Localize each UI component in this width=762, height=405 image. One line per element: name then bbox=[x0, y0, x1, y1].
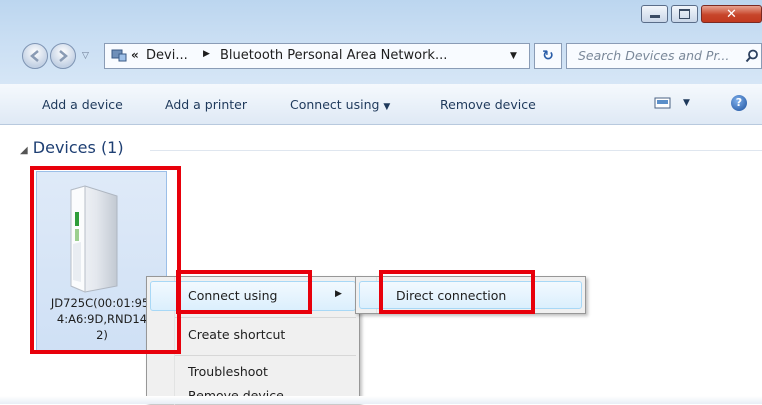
context-menu: Connect using ▶ Create shortcut Troubles… bbox=[146, 276, 360, 405]
search-placeholder: Search Devices and Pr... bbox=[578, 48, 730, 63]
minimize-button[interactable] bbox=[641, 5, 668, 23]
devices-group-title: Devices (1) bbox=[32, 138, 124, 157]
refresh-icon: ↻ bbox=[542, 48, 554, 64]
remove-device-button[interactable]: Remove device bbox=[440, 97, 536, 112]
close-button[interactable]: ✕ bbox=[701, 5, 762, 23]
search-input[interactable]: Search Devices and Pr... bbox=[566, 43, 762, 69]
connect-using-submenu: Direct connection bbox=[355, 276, 586, 314]
breadcrumb-bluetooth-pan[interactable]: Bluetooth Personal Area Network... bbox=[220, 48, 447, 63]
back-icon bbox=[30, 50, 39, 62]
help-icon[interactable]: ? bbox=[731, 95, 747, 111]
router-device-icon bbox=[70, 185, 118, 293]
close-icon: ✕ bbox=[726, 6, 737, 22]
connect-using-button[interactable]: Connect using ▼ bbox=[290, 97, 390, 112]
add-device-button[interactable]: Add a device bbox=[42, 97, 123, 112]
change-view-icon[interactable] bbox=[654, 96, 672, 110]
minimize-icon bbox=[649, 15, 660, 18]
devices-folder-icon bbox=[111, 49, 127, 62]
breadcrumb-devices[interactable]: Devi... bbox=[146, 48, 188, 63]
collapse-triangle-icon[interactable]: ◢ bbox=[20, 145, 28, 156]
maximize-icon bbox=[679, 9, 690, 19]
refresh-button[interactable]: ↻ bbox=[534, 43, 562, 69]
menu-item-connect-using-label[interactable]: Connect using bbox=[188, 288, 277, 303]
group-divider bbox=[150, 150, 762, 151]
maximize-button[interactable] bbox=[671, 5, 698, 23]
address-overflow-chevron[interactable]: « bbox=[131, 48, 139, 62]
menu-separator bbox=[175, 317, 356, 318]
search-icon[interactable] bbox=[745, 49, 759, 63]
address-dropdown-icon[interactable]: ▼ bbox=[510, 51, 517, 61]
forward-icon bbox=[59, 50, 68, 62]
view-options-dropdown-icon[interactable]: ▼ bbox=[683, 98, 690, 108]
back-button[interactable] bbox=[22, 43, 48, 69]
forward-button[interactable] bbox=[50, 43, 76, 69]
window-titlebar: ✕ ▽ « Devi... ▶ Bluetooth Personal Area … bbox=[0, 0, 762, 84]
chevron-down-icon: ▼ bbox=[383, 102, 391, 112]
menu-separator bbox=[175, 355, 356, 356]
submenu-arrow-icon: ▶ bbox=[335, 289, 342, 299]
address-bar[interactable]: « Devi... ▶ Bluetooth Personal Area Netw… bbox=[104, 43, 530, 69]
menu-item-troubleshoot[interactable]: Troubleshoot bbox=[188, 364, 268, 379]
recent-pages-dropdown[interactable]: ▽ bbox=[82, 51, 89, 61]
command-bar: Add a device Add a printer Connect using… bbox=[0, 84, 762, 125]
devices-group-header[interactable]: ◢ Devices (1) bbox=[20, 138, 124, 157]
breadcrumb-separator-icon[interactable]: ▶ bbox=[203, 49, 210, 59]
menu-item-create-shortcut[interactable]: Create shortcut bbox=[188, 327, 285, 342]
submenu-item-direct-connection-label[interactable]: Direct connection bbox=[396, 288, 506, 303]
status-area bbox=[0, 396, 762, 404]
add-printer-button[interactable]: Add a printer bbox=[165, 97, 247, 112]
connect-using-label: Connect using bbox=[290, 97, 380, 112]
